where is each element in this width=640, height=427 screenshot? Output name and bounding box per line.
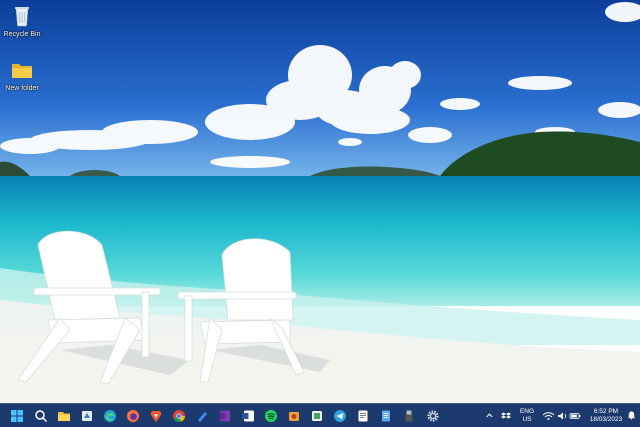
search-icon [35, 410, 48, 423]
new-folder-shortcut[interactable]: New folder [0, 58, 44, 93]
language-indicator[interactable]: ENG US [516, 408, 538, 424]
language-code: ENG [519, 408, 535, 415]
clock[interactable]: 6:52 PM 18/03/2023 [586, 408, 626, 424]
wifi-icon [542, 412, 555, 420]
region-code: US [522, 416, 532, 423]
start-button[interactable] [8, 407, 26, 425]
firefox-icon [127, 410, 139, 422]
app-icon [289, 412, 299, 421]
usb-button[interactable] [400, 407, 418, 425]
firefox-button[interactable] [124, 407, 142, 425]
brave-icon [150, 411, 162, 422]
desktop: Recycle Bin New folder [0, 0, 640, 403]
tray-dropbox-button[interactable] [500, 411, 512, 424]
word-icon [242, 410, 254, 422]
clock-date: 18/03/2023 [589, 416, 623, 423]
settings-icon [427, 410, 439, 422]
telegram-button[interactable] [331, 407, 349, 425]
clock-time: 6:52 PM [593, 408, 619, 415]
chevron-up-icon [485, 413, 493, 418]
dropbox-icon [501, 412, 511, 419]
chrome-button[interactable] [170, 407, 188, 425]
edge-icon [104, 410, 116, 422]
usb-icon [405, 410, 413, 422]
telegram-icon [334, 410, 346, 422]
new-folder-label: New folder [5, 85, 39, 92]
brave-button[interactable] [147, 407, 165, 425]
taskbar-app-button[interactable] [285, 407, 303, 425]
file-explorer-icon [58, 412, 70, 421]
edge-button[interactable] [101, 407, 119, 425]
word-button[interactable] [239, 407, 257, 425]
folder-icon [10, 58, 34, 82]
notification-icon [627, 411, 635, 420]
notes-button[interactable] [377, 407, 395, 425]
recycle-bin-shortcut[interactable]: Recycle Bin [0, 4, 44, 39]
recycle-bin-label: Recycle Bin [3, 31, 41, 38]
settings-button[interactable] [424, 407, 442, 425]
recycle-bin-icon [10, 4, 34, 28]
onenote-button[interactable] [216, 407, 234, 425]
battery-icon [569, 413, 581, 419]
spotify-icon [265, 410, 277, 422]
volume-icon [558, 412, 567, 420]
start-icon [11, 410, 23, 422]
chrome-icon [173, 410, 185, 422]
quick-settings-button[interactable] [542, 410, 582, 422]
beach-wallpaper [0, 0, 640, 403]
search-button[interactable] [32, 407, 50, 425]
quick-settings-icons [542, 412, 581, 420]
app-icon [82, 411, 92, 421]
taskbar-app-button[interactable] [308, 407, 326, 425]
show-hidden-icons-button[interactable] [484, 411, 494, 423]
notification-button[interactable] [626, 410, 636, 423]
app-icon [312, 411, 322, 421]
notepad-icon [358, 410, 368, 422]
app-icon [198, 412, 207, 422]
notes-icon [382, 410, 390, 422]
onenote-icon [219, 410, 230, 422]
taskbar-app-button[interactable] [193, 407, 211, 425]
file-explorer-button[interactable] [55, 407, 73, 425]
taskbar: ENG US 6:52 PM 18/03/2023 [0, 403, 640, 427]
spotify-button[interactable] [262, 407, 280, 425]
notepad-button[interactable] [354, 407, 372, 425]
taskbar-app-button[interactable] [78, 407, 96, 425]
